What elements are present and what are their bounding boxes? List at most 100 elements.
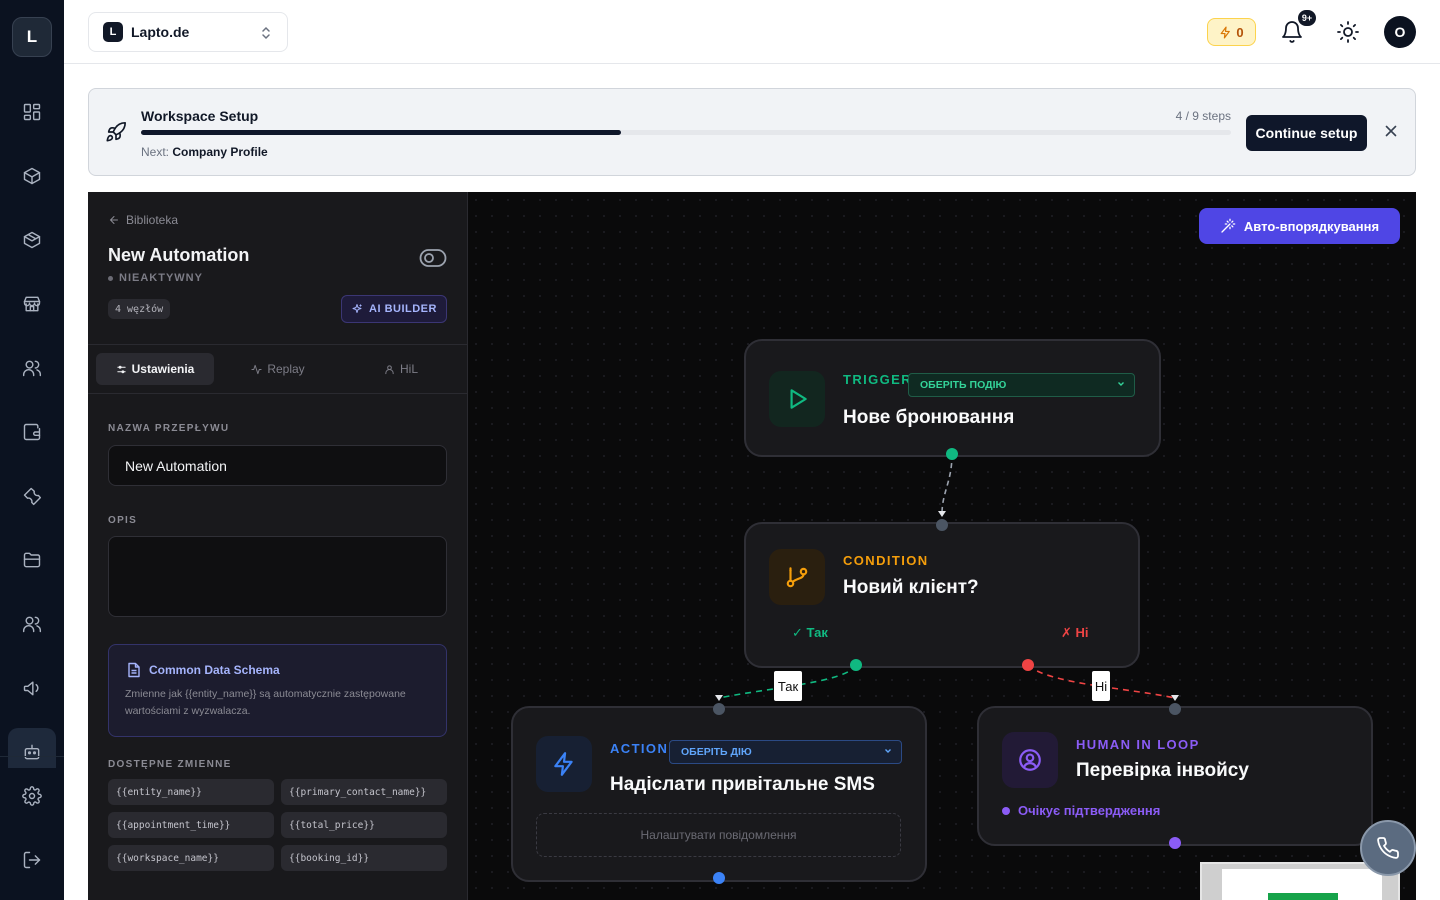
sparkles-icon (352, 304, 362, 313)
event-select[interactable]: ОБЕРІТЬ ПОДІЮ (908, 373, 1135, 397)
flow-name-input[interactable]: New Automation (108, 445, 447, 486)
workspace-badge: L (103, 22, 123, 42)
credits-count: 0 (1236, 24, 1244, 40)
arrow-marker (938, 511, 946, 517)
box-icon[interactable] (20, 164, 44, 188)
megaphone-icon[interactable] (20, 676, 44, 700)
lightning-icon (536, 736, 592, 792)
trigger-title: Нове бронювання (843, 407, 1015, 428)
flow-status: NIEAKTYWNY (108, 272, 203, 284)
close-icon[interactable] (1383, 123, 1399, 139)
workspace-setup-banner: Workspace Setup 4 / 9 steps Next: Compan… (88, 88, 1416, 176)
dashboard-icon[interactable] (20, 100, 44, 124)
document-icon (128, 662, 140, 678)
edge-label-no: Ні (1092, 671, 1110, 701)
node-count-badge: 4 węzłów (108, 299, 171, 319)
chevron-down-icon (1118, 382, 1124, 386)
node-kind-trigger: TRIGGER (843, 372, 913, 387)
ai-builder-label: AI BUILDER (369, 303, 437, 315)
configure-message-field[interactable]: Налаштувати повідомлення (536, 813, 901, 857)
notifications-badge: 9+ (1298, 10, 1316, 26)
status-dot (108, 275, 113, 281)
flow-title: New Automation (108, 245, 250, 265)
ai-builder-button[interactable]: AI BUILDER (341, 295, 447, 323)
tab-label: Replay (267, 362, 305, 376)
store-icon[interactable] (20, 292, 44, 316)
continue-setup-button[interactable]: Continue setup (1246, 115, 1367, 151)
variable-chip[interactable]: {{entity_name}} (108, 779, 274, 805)
tab-label: HiL (399, 362, 418, 376)
settings-panel: Biblioteka New Automation NIEAKTYWNY 4 w… (88, 192, 468, 900)
condition-node[interactable]: CONDITION Новий клієнт? ✓ Так ✗ Ні (744, 522, 1140, 668)
rail-divider (0, 756, 64, 757)
user-avatar[interactable]: O (1384, 16, 1416, 48)
lightning-icon (1220, 25, 1231, 39)
tab-hil[interactable]: HiL (342, 353, 460, 385)
human-output-handle[interactable] (1169, 837, 1181, 849)
description-textarea[interactable] (108, 536, 447, 617)
action-output-handle[interactable] (713, 872, 725, 884)
setup-progress-bar (141, 130, 1231, 135)
action-title: Надіслати привітальне SMS (610, 774, 875, 795)
wrench-icon[interactable] (20, 484, 44, 508)
activity-icon (251, 364, 262, 374)
arrow-marker (715, 695, 723, 701)
variable-chip[interactable]: {{appointment_time}} (108, 812, 274, 838)
app-logo[interactable]: L (12, 17, 52, 57)
package-icon[interactable] (20, 228, 44, 252)
edge-trigger-condition (941, 453, 953, 515)
tab-replay[interactable]: Replay (219, 353, 337, 385)
action-node[interactable]: ACTION ОБЕРІТЬ ДІЮ Надіслати привітальне… (511, 706, 927, 882)
human-input-handle[interactable] (1169, 703, 1181, 715)
chevron-updown-icon (262, 26, 270, 40)
tab-ustawienia[interactable]: Ustawienia (96, 353, 214, 385)
flow-canvas[interactable]: Авто-впорядкування TRIGGER ОБЕРІТЬ ПОДІЮ… (468, 192, 1416, 900)
trigger-output-handle[interactable] (946, 448, 958, 460)
team-icon[interactable] (20, 612, 44, 636)
sun-icon[interactable] (1336, 20, 1360, 44)
top-bar: L Lapto.de 0 9+ O (64, 0, 1440, 64)
workspace-selector[interactable]: L Lapto.de (88, 12, 288, 52)
condition-input-handle[interactable] (936, 519, 948, 531)
pending-dot (1002, 806, 1010, 815)
back-link[interactable]: Biblioteka (108, 213, 178, 227)
panel-divider (88, 344, 468, 345)
setup-title: Workspace Setup (141, 108, 259, 124)
variable-chip[interactable]: {{primary_contact_name}} (281, 779, 447, 805)
wallet-icon[interactable] (20, 420, 44, 444)
toggle-icon[interactable] (419, 247, 447, 269)
schema-title: Common Data Schema (149, 663, 280, 677)
minimap-viewport (1222, 869, 1382, 900)
setup-progress-fill (141, 130, 621, 135)
human-in-loop-node[interactable]: HUMAN IN LOOP Перевірка інвойсу Очікує п… (977, 706, 1373, 846)
automation-icon[interactable] (20, 740, 44, 764)
branch-yes-label: ✓ Так (792, 625, 828, 640)
variable-chip[interactable]: {{workspace_name}} (108, 845, 274, 871)
action-select-label: ОБЕРІТЬ ДІЮ (681, 746, 752, 758)
variables-label: DOSTĘPNE ZMIENNE (108, 759, 232, 770)
variable-chip[interactable]: {{booking_id}} (281, 845, 447, 871)
phone-icon (1377, 837, 1399, 859)
folder-icon[interactable] (20, 548, 44, 572)
trigger-node[interactable]: TRIGGER ОБЕРІТЬ ПОДІЮ Нове бронювання (744, 339, 1161, 457)
condition-no-handle[interactable] (1022, 659, 1034, 671)
call-button[interactable] (1360, 820, 1416, 876)
flow-status-label: NIEAKTYWNY (119, 272, 203, 284)
settings-icon[interactable] (20, 784, 44, 808)
condition-yes-handle[interactable] (850, 659, 862, 671)
credits-badge[interactable]: 0 (1207, 18, 1256, 46)
variable-chip[interactable]: {{total_price}} (281, 812, 447, 838)
sliders-icon (116, 365, 126, 373)
users-icon[interactable] (20, 356, 44, 380)
human-title: Перевірка інвойсу (1076, 760, 1249, 781)
setup-steps: 4 / 9 steps (1175, 109, 1231, 123)
flow-name-label: NAZWA PRZEPŁYWU (108, 423, 230, 434)
back-label: Biblioteka (126, 213, 179, 227)
logout-icon[interactable] (20, 848, 44, 872)
action-input-handle[interactable] (713, 703, 725, 715)
automation-editor: Biblioteka New Automation NIEAKTYWNY 4 w… (88, 192, 1416, 900)
workspace-name: Lapto.de (131, 24, 190, 40)
action-select[interactable]: ОБЕРІТЬ ДІЮ (669, 740, 902, 764)
setup-next-value: Company Profile (172, 145, 268, 159)
user-circle-icon (1002, 732, 1058, 788)
